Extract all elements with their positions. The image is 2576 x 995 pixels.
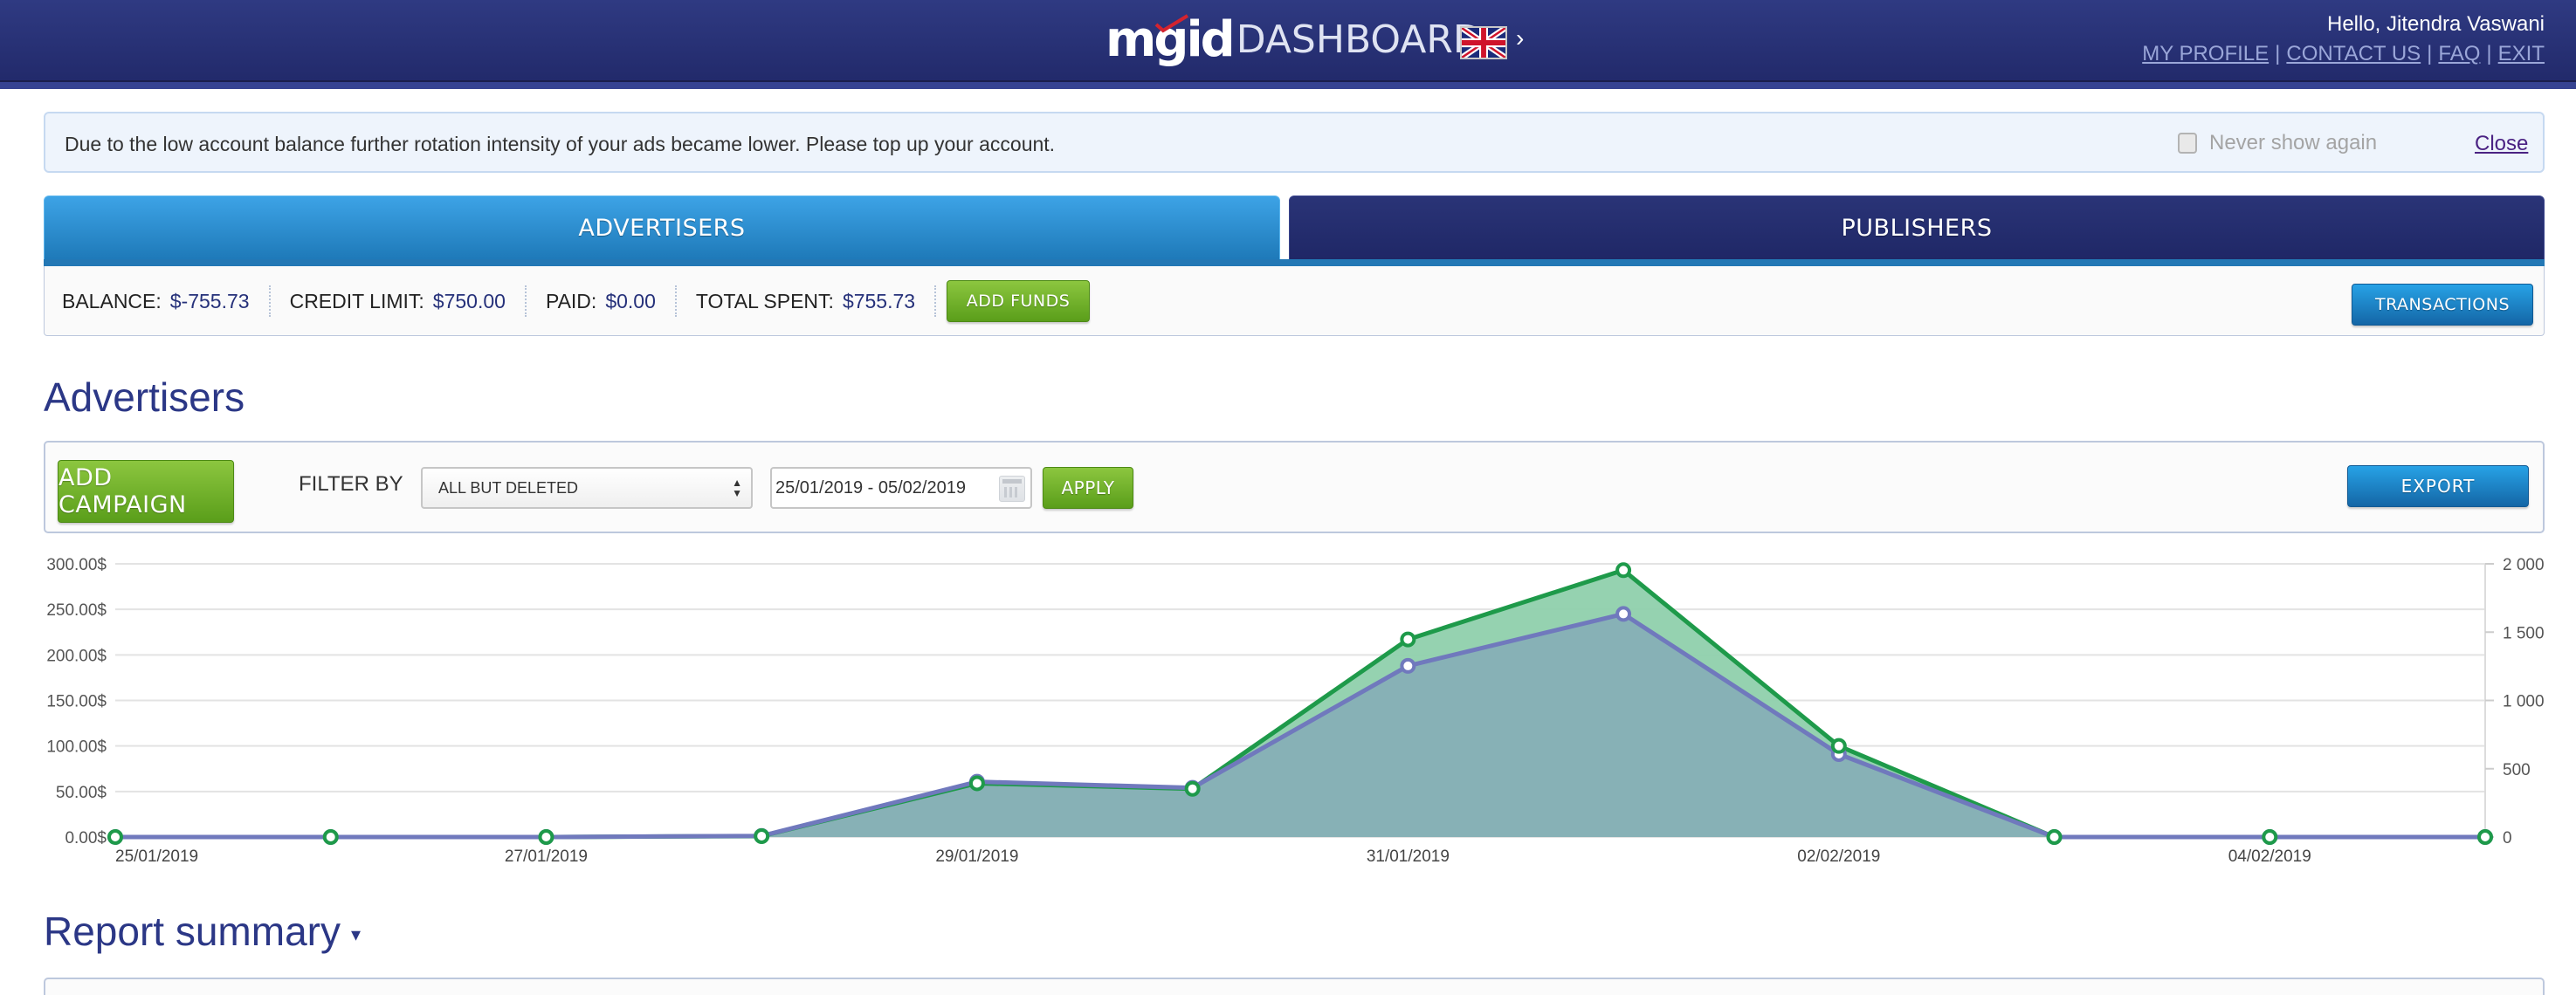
total-spent-stat: TOTAL SPENT: $755.73 xyxy=(677,285,937,317)
credit-limit-label: CREDIT LIMIT: xyxy=(289,289,424,312)
y-right-tick-label: 2 000 xyxy=(2503,556,2545,574)
y-right-tick-label: 500 xyxy=(2503,761,2531,779)
data-point-spent xyxy=(754,827,770,844)
caret-down-icon: ▾ xyxy=(350,923,362,945)
tab-strip xyxy=(44,259,2545,266)
mgid-dashboard-logo[interactable]: mgid DASHBOARD xyxy=(1105,9,1483,70)
date-range-value: 25/01/2019 - 05/02/2019 xyxy=(775,477,966,498)
credit-limit-value: $750.00 xyxy=(432,289,506,312)
data-point-spent xyxy=(2046,829,2063,845)
link-separator: | xyxy=(2275,42,2281,65)
my-profile-link[interactable]: MY PROFILE xyxy=(2142,42,2269,65)
data-point-clicks xyxy=(1615,606,1632,622)
data-point-spent xyxy=(1400,631,1416,648)
user-greeting: Hello, Jitendra Vaswani xyxy=(2326,12,2545,36)
y-left-tick-label: 250.00$ xyxy=(46,601,107,620)
tab-advertisers[interactable]: ADVERTISERS xyxy=(44,196,1280,261)
low-balance-notice: Due to the low account balance further r… xyxy=(44,112,2545,173)
data-point-spent xyxy=(968,775,985,792)
date-range-input[interactable]: 25/01/2019 - 05/02/2019 xyxy=(770,467,1032,509)
data-point-spent xyxy=(1615,562,1632,579)
never-show-again-option[interactable]: Never show again xyxy=(2178,131,2377,155)
status-filter-value: ALL BUT DELETED xyxy=(438,478,579,497)
y-left-tick-label: 150.00$ xyxy=(46,693,107,711)
balance-stats: BALANCE: $-755.73 CREDIT LIMIT: $750.00 … xyxy=(62,266,1091,336)
language-chevron-right-icon[interactable]: › xyxy=(1516,24,1524,52)
filter-by-label: FILTER BY xyxy=(299,472,403,496)
status-filter-select[interactable]: ALL BUT DELETED ▲ ▼ xyxy=(421,467,753,509)
y-right-tick-label: 1 000 xyxy=(2503,693,2545,711)
y-left-tick-label: 50.00$ xyxy=(56,784,107,802)
advertisers-title: Advertisers xyxy=(44,374,245,420)
y-right-tick-label: 0 xyxy=(2503,829,2512,847)
account-links: MY PROFILE | CONTACT US | FAQ | EXIT xyxy=(2142,42,2545,66)
apply-button[interactable]: APPLY xyxy=(1043,467,1133,509)
balance-label: BALANCE: xyxy=(62,289,162,312)
tab-publishers[interactable]: PUBLISHERS xyxy=(1289,196,2545,261)
advertisers-chart: 0.00$ 50.00$ 100.00$ 150.00$ 200.00$ 250.00$ 3… xyxy=(0,541,2576,873)
close-notice-link[interactable]: Close xyxy=(2475,132,2528,156)
chart-svg: 0.00$ 50.00$ 100.00$ 150.00$ 200.00$ 250.00$ 3… xyxy=(46,556,2545,866)
x-tick-label: 31/01/2019 xyxy=(1367,847,1450,866)
report-summary-toggle[interactable]: Report summary ▾ xyxy=(44,908,361,955)
logo-product: DASHBOARD xyxy=(1236,17,1483,62)
report-summary-panel xyxy=(44,978,2545,995)
x-tick-label: 29/01/2019 xyxy=(935,847,1018,866)
export-button[interactable]: EXPORT xyxy=(2347,465,2529,507)
x-tick-label: 02/02/2019 xyxy=(1797,847,1880,866)
transactions-button[interactable]: TRANSACTIONS xyxy=(2352,284,2533,326)
y-left-tick-label: 0.00$ xyxy=(65,829,107,847)
header-band xyxy=(0,82,2576,89)
data-point-spent xyxy=(2262,829,2278,845)
paid-value: $0.00 xyxy=(605,289,656,312)
x-tick-label: 04/02/2019 xyxy=(2228,847,2311,866)
data-point-spent xyxy=(1184,780,1201,797)
paid-stat: PAID: $0.00 xyxy=(527,285,677,317)
y-left-tick-label: 300.00$ xyxy=(46,556,107,574)
data-point-spent xyxy=(2477,829,2493,845)
data-point-spent xyxy=(1830,738,1847,754)
data-point-spent xyxy=(538,829,554,845)
y-right-tick-label: 1 500 xyxy=(2503,624,2545,642)
balance-value: $-755.73 xyxy=(169,289,250,312)
paid-label: PAID: xyxy=(545,289,597,312)
total-spent-value: $755.73 xyxy=(842,289,916,312)
credit-limit-stat: CREDIT LIMIT: $750.00 xyxy=(271,285,527,317)
account-balance-bar: BALANCE: $-755.73 CREDIT LIMIT: $750.00 … xyxy=(44,266,2545,336)
total-spent-label: TOTAL SPENT: xyxy=(695,289,834,312)
faq-link[interactable]: FAQ xyxy=(2438,42,2480,65)
balance-stat: BALANCE: $-755.73 xyxy=(62,285,271,317)
uk-flag-icon[interactable] xyxy=(1460,26,1507,59)
report-summary-title: Report summary xyxy=(44,909,341,954)
add-campaign-button[interactable]: ADD CAMPAIGN xyxy=(58,460,234,523)
campaign-filter-bar: ADD CAMPAIGN FILTER BY ALL BUT DELETED ▲… xyxy=(44,441,2545,533)
logo-checkmark-icon xyxy=(1154,14,1189,33)
calendar-icon[interactable] xyxy=(999,476,1025,502)
data-point-clicks xyxy=(1400,657,1416,674)
notice-message: Due to the low account balance further r… xyxy=(65,133,1056,155)
link-separator: | xyxy=(2486,42,2492,65)
data-point-spent xyxy=(107,829,123,845)
data-point-spent xyxy=(322,829,339,845)
x-tick-label: 25/01/2019 xyxy=(115,847,198,866)
add-funds-button[interactable]: ADD FUNDS xyxy=(947,280,1091,322)
x-tick-label: 27/01/2019 xyxy=(505,847,588,866)
never-show-again-checkbox[interactable] xyxy=(2178,133,2197,154)
select-arrows-icon: ▲ ▼ xyxy=(732,477,742,499)
never-show-again-label: Never show again xyxy=(2209,131,2378,154)
y-left-tick-label: 200.00$ xyxy=(46,647,107,665)
link-separator: | xyxy=(2427,42,2433,65)
exit-link[interactable]: EXIT xyxy=(2498,42,2545,65)
y-left-tick-label: 100.00$ xyxy=(46,738,107,757)
contact-us-link[interactable]: CONTACT US xyxy=(2286,42,2421,65)
